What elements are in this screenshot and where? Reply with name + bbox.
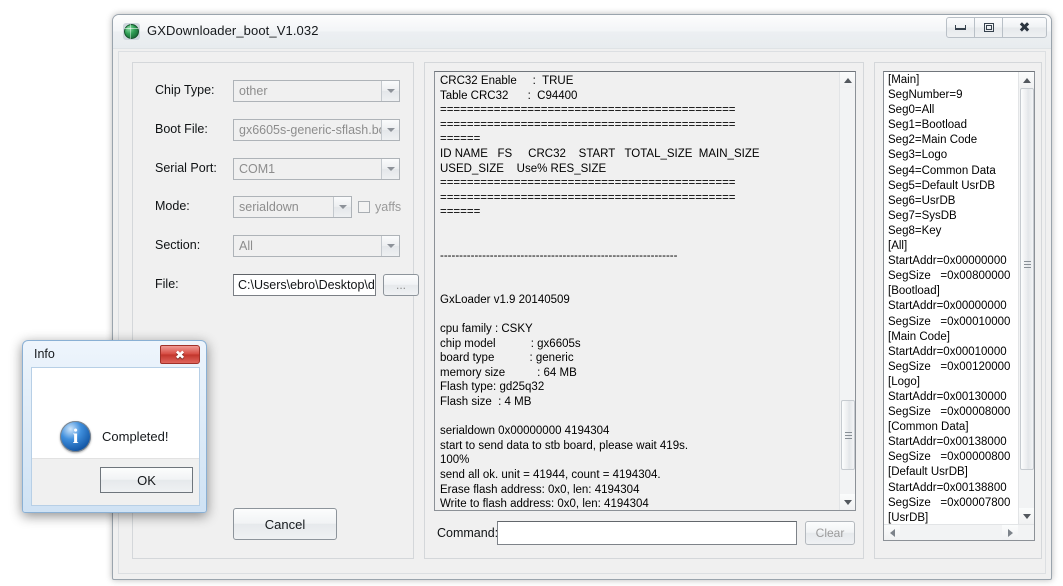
window-titlebar[interactable]: GXDownloader_boot_V1.032 ✖ bbox=[113, 15, 1051, 49]
field-row-serial-port: Serial Port: COM1 bbox=[133, 158, 413, 182]
file-path-input[interactable]: C:\Users\ebro\Desktop\d bbox=[233, 274, 376, 296]
dialog-title: Info bbox=[34, 347, 55, 361]
field-row-boot-file: Boot File: gx6605s-generic-sflash.boot bbox=[133, 119, 413, 143]
ini-vertical-scrollbar[interactable] bbox=[1018, 72, 1034, 524]
log-vertical-scrollbar[interactable] bbox=[839, 72, 855, 510]
scroll-down-icon[interactable] bbox=[840, 494, 856, 510]
desktop-background: GXDownloader_boot_V1.032 ✖ Chip Type: bbox=[0, 0, 1063, 586]
dialog-body: i Completed! OK bbox=[31, 367, 200, 506]
scroll-left-icon[interactable] bbox=[884, 525, 900, 540]
checkbox-box-icon bbox=[358, 201, 370, 213]
field-row-mode: Mode: serialdown yaffs bbox=[133, 196, 413, 220]
file-path-value: C:\Users\ebro\Desktop\d bbox=[234, 278, 375, 292]
window-controls: ✖ bbox=[947, 17, 1047, 38]
dialog-message: Completed! bbox=[102, 429, 168, 444]
scroll-up-icon[interactable] bbox=[840, 72, 856, 88]
chevron-down-icon[interactable] bbox=[333, 197, 351, 217]
info-icon: i bbox=[60, 421, 91, 452]
section-value: All bbox=[234, 239, 381, 253]
chip-type-value: other bbox=[234, 84, 381, 98]
mode-value: serialdown bbox=[234, 200, 333, 214]
close-icon: ✖ bbox=[175, 348, 185, 362]
log-text: CRC32 Enable : TRUE Table CRC32 : C94400… bbox=[440, 74, 837, 511]
segment-config-text: [Main] SegNumber=9 Seg0=All Seg1=Bootloa… bbox=[888, 73, 1016, 541]
browse-button[interactable]: ... bbox=[383, 274, 419, 296]
main-window: GXDownloader_boot_V1.032 ✖ Chip Type: bbox=[112, 14, 1052, 580]
segment-config-output[interactable]: [Main] SegNumber=9 Seg0=All Seg1=Bootloa… bbox=[883, 71, 1035, 541]
minimize-button[interactable] bbox=[946, 17, 975, 38]
boot-file-value: gx6605s-generic-sflash.boot bbox=[234, 123, 381, 137]
scroll-up-icon[interactable] bbox=[1019, 72, 1035, 88]
chip-type-label: Chip Type: bbox=[155, 83, 215, 97]
maximize-button[interactable] bbox=[974, 17, 1003, 38]
chip-type-select[interactable]: other bbox=[233, 80, 400, 102]
chevron-down-icon[interactable] bbox=[381, 120, 399, 140]
chevron-down-icon[interactable] bbox=[381, 236, 399, 256]
grip-icon bbox=[845, 432, 852, 439]
ini-horizontal-scrollbar[interactable] bbox=[884, 524, 1034, 540]
dialog-message-area bbox=[32, 368, 199, 460]
command-input-value bbox=[498, 524, 502, 538]
clear-button[interactable]: Clear bbox=[805, 521, 855, 545]
globe-icon bbox=[123, 23, 140, 40]
ini-scrollbar-thumb[interactable] bbox=[1020, 88, 1034, 470]
close-icon: ✖ bbox=[1019, 21, 1031, 35]
command-label: Command: bbox=[437, 526, 498, 540]
scroll-down-icon[interactable] bbox=[1019, 508, 1035, 524]
log-panel: CRC32 Enable : TRUE Table CRC32 : C94400… bbox=[424, 62, 864, 559]
ok-button-label: OK bbox=[137, 473, 156, 488]
grip-icon bbox=[1024, 261, 1031, 268]
chevron-down-icon[interactable] bbox=[381, 81, 399, 101]
window-client-area: Chip Type: other Boot File: gx6605s-gene… bbox=[118, 51, 1046, 574]
file-label: File: bbox=[155, 277, 179, 291]
boot-file-label: Boot File: bbox=[155, 122, 208, 136]
boot-file-select[interactable]: gx6605s-generic-sflash.boot bbox=[233, 119, 400, 141]
ok-button[interactable]: OK bbox=[100, 467, 193, 493]
clear-button-label: Clear bbox=[816, 526, 845, 540]
scroll-right-icon[interactable] bbox=[1002, 525, 1018, 540]
maximize-icon bbox=[984, 23, 994, 32]
cancel-button[interactable]: Cancel bbox=[233, 508, 337, 540]
section-label: Section: bbox=[155, 238, 200, 252]
yaffs-label: yaffs bbox=[375, 200, 401, 214]
window-title: GXDownloader_boot_V1.032 bbox=[147, 23, 319, 38]
dialog-close-button[interactable]: ✖ bbox=[160, 345, 200, 364]
close-button[interactable]: ✖ bbox=[1002, 17, 1047, 38]
chevron-down-icon[interactable] bbox=[381, 159, 399, 179]
serial-port-select[interactable]: COM1 bbox=[233, 158, 400, 180]
section-select[interactable]: All bbox=[233, 235, 400, 257]
command-input[interactable] bbox=[497, 521, 797, 545]
serial-port-value: COM1 bbox=[234, 162, 381, 176]
field-row-file: File: C:\Users\ebro\Desktop\d ... bbox=[133, 274, 413, 298]
info-dialog: Info ✖ i Completed! OK bbox=[22, 340, 207, 513]
log-output[interactable]: CRC32 Enable : TRUE Table CRC32 : C94400… bbox=[434, 71, 856, 511]
mode-label: Mode: bbox=[155, 199, 190, 213]
info-icon-glyph: i bbox=[73, 426, 79, 447]
serial-port-label: Serial Port: bbox=[155, 161, 217, 175]
dialog-footer: OK bbox=[32, 458, 199, 505]
mode-select[interactable]: serialdown bbox=[233, 196, 352, 218]
log-scrollbar-thumb[interactable] bbox=[841, 400, 855, 470]
segment-config-panel: [Main] SegNumber=9 Seg0=All Seg1=Bootloa… bbox=[874, 62, 1042, 559]
yaffs-checkbox[interactable]: yaffs bbox=[358, 200, 401, 214]
minimize-icon bbox=[955, 25, 966, 30]
cancel-button-label: Cancel bbox=[265, 517, 305, 532]
field-row-section: Section: All bbox=[133, 235, 413, 259]
field-row-chip-type: Chip Type: other bbox=[133, 80, 413, 104]
